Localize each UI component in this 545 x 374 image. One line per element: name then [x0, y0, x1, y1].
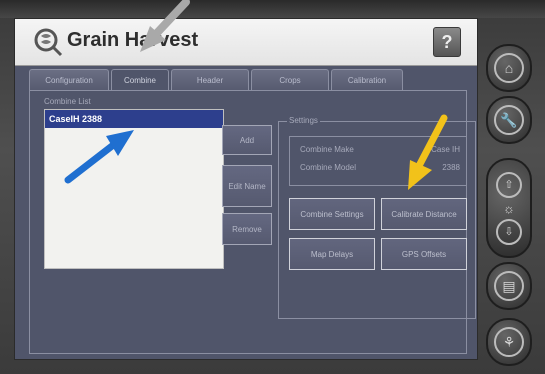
yellow-arrow-icon	[408, 114, 448, 190]
annotation-arrows	[64, 0, 448, 190]
gray-arrow-icon	[140, 0, 190, 52]
blue-arrow-icon	[64, 130, 134, 184]
